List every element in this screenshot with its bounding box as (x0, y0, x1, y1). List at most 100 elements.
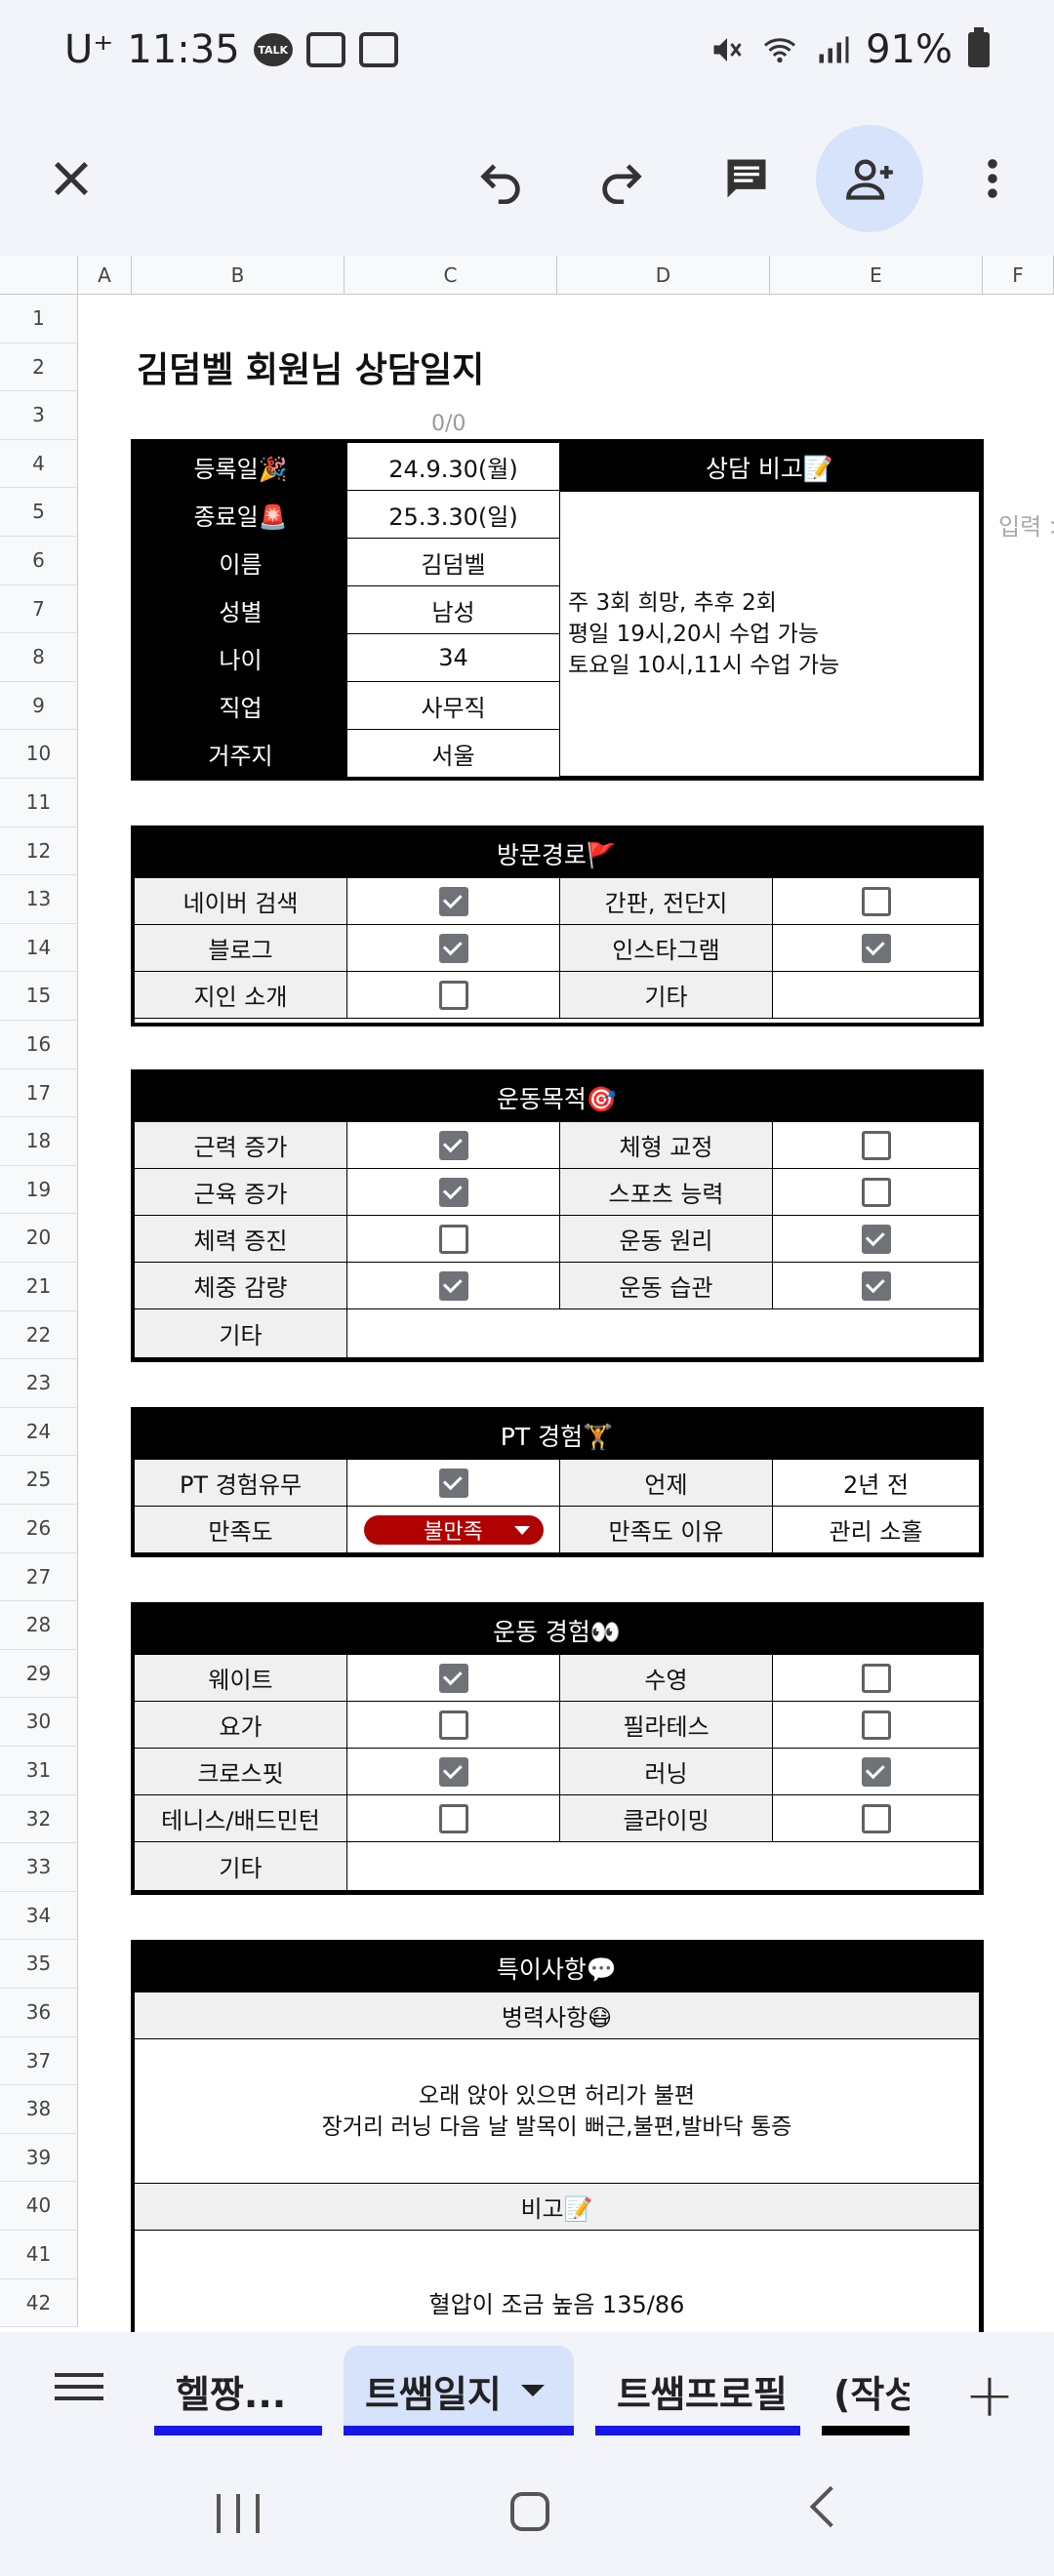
medical-text[interactable]: 오래 앉아 있으면 허리가 불편 장거리 러닝 다음 날 발목이 뻐근,불편,발… (135, 2039, 980, 2184)
row-header[interactable]: 4 (0, 439, 78, 489)
row-header[interactable]: 24 (0, 1407, 78, 1457)
row-header[interactable]: 35 (0, 1940, 78, 1989)
goal-etc-value[interactable] (347, 1309, 980, 1358)
row-header[interactable]: 38 (0, 2085, 78, 2134)
checkbox[interactable] (438, 1756, 468, 1787)
column-header[interactable]: D (557, 256, 770, 295)
checkbox-cell[interactable] (773, 1702, 980, 1749)
row-header[interactable]: 14 (0, 923, 78, 973)
info-value[interactable]: 김덤벨 (347, 539, 560, 586)
add-sheet-button[interactable]: + (964, 2359, 1015, 2431)
checkbox[interactable] (861, 886, 891, 916)
info-value[interactable]: 남성 (347, 586, 560, 634)
redo-button[interactable] (568, 125, 675, 232)
checkbox[interactable] (861, 1224, 891, 1254)
sheet-tab[interactable]: 트쌤프로필 (595, 2346, 800, 2435)
row-header[interactable]: 36 (0, 1989, 78, 2037)
info-value[interactable]: 서울 (347, 730, 560, 778)
row-header[interactable]: 1 (0, 295, 78, 343)
row-header[interactable]: 42 (0, 2278, 78, 2328)
pt-when-value[interactable]: 2년 전 (773, 1460, 980, 1507)
row-header[interactable]: 16 (0, 1021, 78, 1069)
checkbox-cell[interactable] (347, 1795, 560, 1842)
column-header[interactable]: F (983, 256, 1054, 295)
column-header[interactable]: C (345, 256, 557, 295)
row-header[interactable]: 32 (0, 1794, 78, 1844)
info-value[interactable]: 사무직 (347, 682, 560, 730)
sheet-tab[interactable]: 헬짱... (154, 2346, 322, 2435)
select-all-corner[interactable] (0, 256, 78, 295)
column-header[interactable]: A (78, 256, 132, 295)
checkbox-cell[interactable] (773, 1263, 980, 1309)
column-header[interactable]: E (770, 256, 983, 295)
info-value[interactable]: 25.3.30(일) (347, 491, 560, 539)
row-header[interactable]: 11 (0, 779, 78, 827)
all-sheets-menu-button[interactable] (55, 2373, 103, 2408)
row-header[interactable]: 17 (0, 1068, 78, 1118)
row-header[interactable]: 20 (0, 1214, 78, 1263)
satisfaction-dropdown[interactable]: 불만족 (363, 1514, 544, 1545)
row-header[interactable]: 12 (0, 826, 78, 876)
checkbox[interactable] (861, 1756, 891, 1787)
reason-value[interactable]: 관리 소홀 (773, 1507, 980, 1553)
undo-button[interactable] (447, 125, 554, 232)
row-header[interactable]: 9 (0, 681, 78, 731)
checkbox[interactable] (438, 1803, 468, 1833)
row-header[interactable]: 5 (0, 488, 78, 537)
row-header[interactable]: 31 (0, 1747, 78, 1795)
tab-dropdown-icon[interactable] (520, 2385, 545, 2396)
pt-exp-cell[interactable] (347, 1460, 560, 1507)
row-header[interactable]: 15 (0, 972, 78, 1021)
checkbox[interactable] (438, 1224, 468, 1254)
row-header[interactable]: 33 (0, 1843, 78, 1892)
row-header[interactable]: 21 (0, 1263, 78, 1311)
checkbox-cell[interactable] (773, 925, 980, 972)
checkbox[interactable] (438, 1710, 468, 1740)
row-header[interactable]: 22 (0, 1310, 78, 1360)
back-button[interactable] (809, 2485, 852, 2528)
more-button[interactable] (939, 125, 1046, 232)
comment-button[interactable] (693, 125, 800, 232)
exercise-etc-value[interactable] (347, 1842, 980, 1891)
checkbox[interactable] (438, 1663, 468, 1693)
row-header[interactable]: 30 (0, 1698, 78, 1747)
column-header[interactable]: B (132, 256, 345, 295)
memo-cell[interactable]: 주 3회 희망, 추후 2회 평일 19시,20시 수업 가능 토요일 10시,… (560, 492, 980, 777)
checkbox-cell[interactable] (773, 972, 980, 1019)
spreadsheet-grid[interactable]: A B C D E F 1 2 3 4 5 6 7 8 9 10 11 12 13 14 15 16 17 18 1… (0, 256, 1054, 2332)
checkbox-cell[interactable] (773, 1795, 980, 1842)
checkbox[interactable] (861, 1270, 891, 1301)
checkbox[interactable] (438, 1177, 468, 1207)
row-header[interactable]: 29 (0, 1649, 78, 1699)
satisfaction-cell[interactable]: 불만족 (347, 1507, 560, 1553)
row-header[interactable]: 3 (0, 391, 78, 440)
checkbox-cell[interactable] (773, 1655, 980, 1702)
info-value[interactable]: 34 (347, 634, 560, 682)
row-header[interactable]: 41 (0, 2231, 78, 2279)
checkbox-cell[interactable] (773, 1169, 980, 1216)
row-header[interactable]: 34 (0, 1891, 78, 1941)
checkbox[interactable] (861, 1803, 891, 1833)
checkbox-cell[interactable] (347, 1655, 560, 1702)
checkbox-cell[interactable] (347, 1216, 560, 1263)
checkbox-cell[interactable] (347, 878, 560, 925)
checkbox-cell[interactable] (347, 1749, 560, 1795)
checkbox[interactable] (861, 1710, 891, 1740)
note-text[interactable]: 혈압이 조금 높음 135/86 (135, 2231, 980, 2332)
row-header[interactable]: 23 (0, 1359, 78, 1408)
checkbox-cell[interactable] (773, 878, 980, 925)
pt-exp-checkbox[interactable] (438, 1468, 468, 1498)
row-header[interactable]: 13 (0, 875, 78, 924)
row-header[interactable]: 18 (0, 1117, 78, 1166)
checkbox[interactable] (861, 1177, 891, 1207)
row-header[interactable]: 25 (0, 1456, 78, 1505)
home-button[interactable] (510, 2492, 549, 2531)
checkbox-cell[interactable] (347, 1169, 560, 1216)
row-header[interactable]: 40 (0, 2182, 78, 2231)
checkbox[interactable] (438, 933, 468, 963)
checkbox-cell[interactable] (347, 1263, 560, 1309)
row-header[interactable]: 27 (0, 1552, 78, 1602)
checkbox[interactable] (861, 1663, 891, 1693)
row-header[interactable]: 28 (0, 1601, 78, 1650)
close-button[interactable] (18, 125, 125, 232)
